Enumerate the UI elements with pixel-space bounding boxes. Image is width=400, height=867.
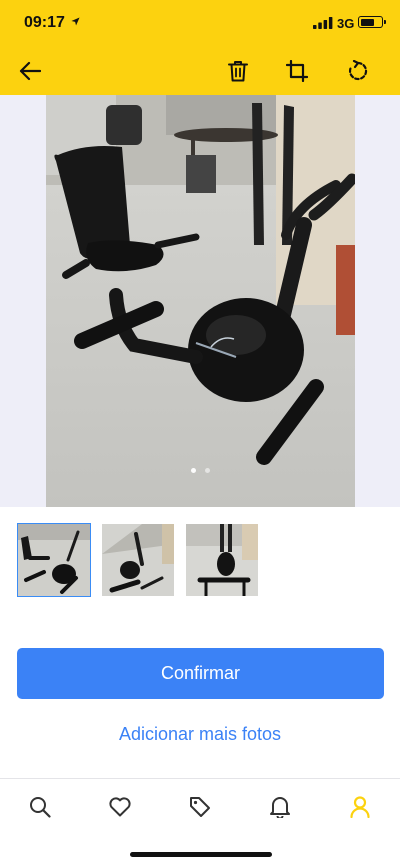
search-icon [30, 797, 51, 818]
page-dot [191, 468, 196, 473]
heart-icon [109, 797, 131, 817]
delete-button[interactable] [225, 58, 251, 84]
top-header: 09:17 3G [0, 0, 400, 95]
exercise-bike-image [46, 95, 355, 507]
status-time: 09:17 [24, 14, 65, 31]
page-indicator [46, 468, 355, 473]
thumbnail-2[interactable] [101, 523, 175, 597]
rotate-button[interactable] [345, 58, 371, 84]
home-indicator [130, 852, 272, 857]
arrow-left-icon [19, 61, 41, 81]
confirm-button[interactable]: Confirmar [17, 648, 384, 699]
thumbnail-image [186, 524, 258, 596]
tab-search[interactable] [20, 793, 60, 821]
crop-icon [286, 60, 308, 82]
cellular-signal-icon [313, 17, 333, 29]
user-icon [350, 796, 370, 818]
tag-icon [190, 797, 210, 817]
trash-icon [228, 61, 248, 82]
tab-favorites[interactable] [100, 793, 140, 821]
exercise-bike-photo[interactable] [46, 95, 355, 507]
battery-icon [358, 16, 386, 28]
tab-profile[interactable] [340, 793, 380, 821]
location-arrow-icon [71, 17, 80, 26]
thumbnail-image [18, 524, 90, 596]
page-dot [205, 468, 210, 473]
photo-viewer [0, 95, 400, 507]
network-type: 3G [337, 16, 355, 31]
tab-notifications[interactable] [260, 793, 300, 821]
status-bar: 09:17 3G [0, 0, 400, 48]
rotate-icon [348, 60, 368, 81]
add-more-photos-link[interactable]: Adicionar mais fotos [0, 724, 400, 745]
tab-sell[interactable] [180, 793, 220, 821]
back-button[interactable] [17, 58, 43, 84]
thumbnail-1[interactable] [17, 523, 91, 597]
thumbnail-3[interactable] [185, 523, 259, 597]
crop-button[interactable] [284, 58, 310, 84]
thumbnail-strip [17, 523, 259, 597]
battery-level [360, 18, 374, 26]
thumbnail-image [102, 524, 174, 596]
bell-icon [270, 797, 290, 818]
